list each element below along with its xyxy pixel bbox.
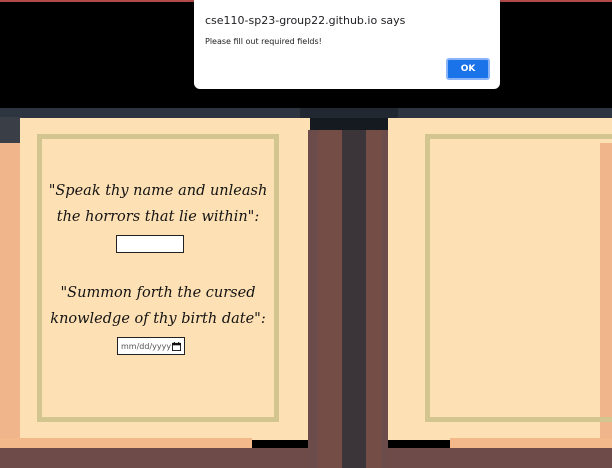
book-rim-right: [398, 108, 612, 118]
alert-dialog: cse110-sp23-group22.github.io says Pleas…: [194, 0, 500, 89]
book-rim-left: [0, 108, 300, 118]
spine-top-step: [300, 108, 398, 118]
dialog-message: Please fill out required fields!: [205, 37, 322, 46]
left-page-bottom-edge: [0, 438, 252, 448]
spine-center: [342, 130, 366, 468]
birth-date-input[interactable]: mm/dd/yyyy: [117, 337, 185, 355]
name-input[interactable]: [116, 235, 184, 253]
name-prompt: "Speak thy name and unleash the horrors …: [48, 183, 268, 225]
birth-date-placeholder: mm/dd/yyyy: [121, 341, 172, 351]
calendar-icon[interactable]: [172, 341, 181, 351]
ok-button[interactable]: OK: [446, 58, 490, 80]
dialog-title: cse110-sp23-group22.github.io says: [205, 14, 406, 27]
spine-stripe: [318, 130, 342, 468]
left-page-edge: [0, 143, 20, 443]
right-page-frame: [425, 134, 612, 422]
birth-date-prompt: "Summon forth the cursed knowledge of th…: [50, 285, 266, 327]
spine-stripe: [382, 130, 388, 468]
book-cover: [0, 448, 612, 468]
right-page-bottom-edge: [450, 438, 612, 448]
spine-stripe: [308, 130, 318, 468]
